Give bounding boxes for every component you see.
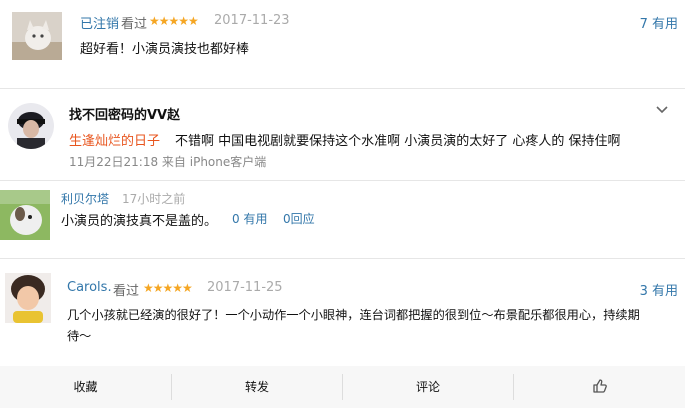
avatar-comment-user[interactable] [0, 190, 50, 240]
avatar-review-1[interactable] [12, 12, 62, 60]
comment-text: 小演员的演技真不是盖的。 [61, 214, 218, 229]
avatar-weibo-user[interactable] [8, 103, 54, 149]
thumbs-up-icon [592, 379, 607, 393]
review-1-rating-stars: ★★★★★ [149, 14, 199, 28]
review-1-seen-label: 看过 [121, 17, 148, 32]
review-1-username[interactable]: 已注销 [80, 13, 119, 32]
user-avatar-icon [8, 103, 54, 149]
review-2-rating-stars: ★★★★★ [143, 281, 193, 295]
review-2-useful-count[interactable]: 3 有用 [640, 280, 678, 299]
weibo-meta: 11月22日21:18 来自 iPhone客户端 [69, 155, 267, 169]
review-2-text-line-2: 待～ [67, 329, 92, 343]
review-1-date: 2017-11-23 [214, 13, 290, 28]
collect-button[interactable]: 收藏 [0, 366, 171, 408]
like-button[interactable] [514, 366, 685, 408]
divider [0, 88, 685, 89]
divider [0, 258, 685, 259]
divider [0, 180, 685, 181]
avatar-review-2[interactable] [5, 273, 51, 323]
dog-avatar-icon [0, 190, 50, 240]
review-2-username[interactable]: Carols. [67, 280, 112, 295]
review-2-date: 2017-11-25 [207, 280, 283, 295]
child-avatar-icon [5, 273, 51, 323]
cat-avatar-icon [12, 12, 62, 60]
weibo-topic-tag[interactable]: 生逢灿烂的日子 [69, 130, 160, 149]
comment-useful-button[interactable]: 0 有用 [232, 210, 267, 227]
review-1-useful-count[interactable]: 7 有用 [640, 13, 678, 32]
comment-button[interactable]: 评论 [343, 366, 513, 408]
weibo-username[interactable]: 找不回密码的VV赵 [69, 104, 180, 123]
comment-username[interactable]: 利贝尔塔 [61, 190, 109, 207]
comment-time: 17小时之前 [122, 192, 186, 206]
review-1-text: 超好看！小演员演技也都好棒 [80, 42, 250, 57]
review-2-text-line-1: 几个小孩就已经演的很好了！一个小动作一个小眼神，连台词都把握的很到位～布景配乐都… [67, 308, 640, 322]
review-2-seen-label: 看过 [113, 284, 140, 299]
share-button[interactable]: 转发 [172, 366, 342, 408]
weibo-text: 不错啊 中国电视剧就要保持这个水准啊 小演员演的太好了 心疼人的 保持住啊 [175, 134, 621, 149]
comment-reply-button[interactable]: 0回应 [283, 210, 315, 227]
chevron-down-icon[interactable] [655, 100, 669, 114]
